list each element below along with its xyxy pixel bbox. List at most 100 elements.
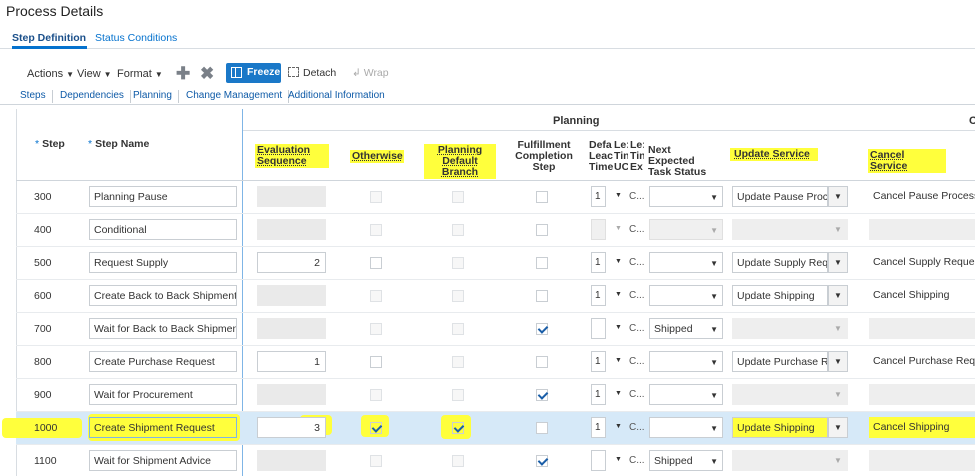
caret-down-icon[interactable]: ▼ bbox=[615, 357, 622, 364]
fulfillment-completion-checkbox[interactable] bbox=[536, 257, 548, 269]
update-service-input[interactable]: Update Shipping bbox=[732, 417, 828, 438]
subtab-dependencies[interactable]: Dependencies bbox=[54, 90, 131, 103]
next-expected-status-select[interactable]: ▼ bbox=[649, 384, 723, 405]
table-row[interactable]: 1000 Create Shipment Request 3 1 ▼ C... ▼ Updat… bbox=[2, 412, 975, 445]
fulfillment-completion-checkbox[interactable] bbox=[536, 224, 548, 236]
update-service-dropdown-button[interactable]: ▼ bbox=[828, 186, 848, 207]
x-icon[interactable]: ✖ bbox=[200, 64, 214, 84]
subtab-steps[interactable]: Steps bbox=[14, 90, 53, 103]
fulfillment-completion-checkbox[interactable] bbox=[536, 455, 548, 467]
step-name-input[interactable]: Conditional bbox=[89, 219, 237, 240]
caret-down-icon[interactable]: ▼ bbox=[615, 324, 622, 331]
default-lead-time-input[interactable]: 1 bbox=[591, 384, 606, 405]
otherwise-checkbox[interactable] bbox=[370, 422, 382, 434]
tab-step-definition[interactable]: Step Definition bbox=[12, 32, 86, 44]
caret-down-icon[interactable]: ▼ bbox=[615, 423, 622, 430]
evaluation-sequence-input[interactable]: 3 bbox=[257, 417, 326, 438]
tab-status-conditions[interactable]: Status Conditions bbox=[95, 32, 177, 44]
cancel-service-input[interactable]: Cancel Shipping bbox=[869, 417, 975, 438]
header-update-service[interactable]: Update Service bbox=[730, 148, 818, 161]
update-service-dropdown-button[interactable]: ▼ bbox=[828, 351, 848, 372]
cancel-service-input[interactable]: Cancel Pause Process bbox=[869, 186, 975, 207]
header-lead-time-uom[interactable]: Le: Tin UC bbox=[614, 140, 628, 173]
next-expected-status-select[interactable]: ▼ bbox=[649, 285, 723, 306]
view-menu[interactable]: View ▼ bbox=[77, 68, 112, 80]
header-fulfillment-completion-step[interactable]: Fulfillment Completion Step bbox=[515, 140, 573, 173]
fulfillment-completion-checkbox[interactable] bbox=[536, 389, 548, 401]
fulfillment-completion-checkbox[interactable] bbox=[536, 290, 548, 302]
update-service-input[interactable]: Update Purchase Request bbox=[732, 351, 828, 372]
update-service-dropdown-button[interactable]: ▼ bbox=[828, 252, 848, 273]
default-lead-time-input[interactable]: 1 bbox=[591, 417, 606, 438]
cancel-service-input[interactable]: Cancel Purchase Request bbox=[869, 351, 975, 372]
table-row[interactable]: 800 Create Purchase Request 1 1 ▼ C... ▼ Update… bbox=[16, 346, 975, 379]
caret-down-icon[interactable]: ▼ bbox=[615, 390, 622, 397]
update-service-input[interactable]: Update Supply Request bbox=[732, 252, 828, 273]
caret-down-icon[interactable]: ▼ bbox=[615, 225, 622, 232]
next-expected-status-select[interactable]: ▼ bbox=[649, 351, 723, 372]
header-planning-default-branch[interactable]: Planning Default Branch bbox=[424, 144, 496, 179]
default-lead-time-input[interactable]: 1 bbox=[591, 186, 606, 207]
next-expected-status-select[interactable]: ▼ bbox=[649, 417, 723, 438]
header-otherwise[interactable]: Otherwise bbox=[350, 150, 404, 163]
update-service-dropdown-button[interactable]: ▼ bbox=[828, 417, 848, 438]
next-expected-status-select[interactable]: Shipped ▼ bbox=[649, 450, 723, 471]
planning-default-branch-checkbox[interactable] bbox=[452, 422, 464, 434]
default-lead-time-input[interactable] bbox=[591, 450, 606, 471]
detach-button[interactable]: Detach bbox=[288, 67, 336, 79]
default-lead-time-input[interactable]: 1 bbox=[591, 285, 606, 306]
table-row[interactable]: 400 Conditional ▼ C... ▼ ▼ bbox=[16, 214, 975, 247]
default-lead-time-input[interactable] bbox=[591, 318, 606, 339]
header-step[interactable]: * Step bbox=[35, 139, 65, 150]
header-lead-time-expression[interactable]: Le: Tin Ex bbox=[630, 140, 644, 173]
table-row[interactable]: 1100 Wait for Shipment Advice ▼ C... Shipped… bbox=[16, 445, 975, 476]
default-lead-time-input[interactable]: 1 bbox=[591, 252, 606, 273]
subtab-additional-information[interactable]: Additional Information bbox=[282, 90, 391, 103]
step-name-input[interactable]: Wait for Procurement bbox=[89, 384, 237, 405]
plus-icon[interactable]: ✚ bbox=[176, 64, 190, 84]
wrap-button[interactable]: ↲ Wrap bbox=[352, 67, 389, 79]
table-row[interactable]: 300 Planning Pause 1 ▼ C... ▼ Update Pause Pro… bbox=[16, 181, 975, 214]
default-lead-time-input[interactable]: 1 bbox=[591, 351, 606, 372]
update-service-input[interactable]: Update Shipping bbox=[732, 285, 828, 306]
evaluation-sequence-input[interactable]: 2 bbox=[257, 252, 326, 273]
step-name-input[interactable]: Create Purchase Request bbox=[89, 351, 237, 372]
caret-down-icon[interactable]: ▼ bbox=[615, 258, 622, 265]
evaluation-sequence-input[interactable]: 1 bbox=[257, 351, 326, 372]
table-row[interactable]: 600 Create Back to Back Shipment Request 1… bbox=[16, 280, 975, 313]
subtab-planning[interactable]: Planning bbox=[127, 90, 179, 103]
actions-menu[interactable]: Actions ▼ bbox=[27, 68, 74, 80]
otherwise-checkbox[interactable] bbox=[370, 257, 382, 269]
cancel-service-input[interactable]: Cancel Supply Request bbox=[869, 252, 975, 273]
header-evaluation-sequence[interactable]: Evaluation Sequence bbox=[255, 144, 329, 168]
update-service-input[interactable]: Update Pause Process bbox=[732, 186, 828, 207]
header-default-lead-time[interactable]: Defa Leac Time bbox=[589, 140, 613, 173]
header-next-expected-task-status[interactable]: Next Expected Task Status bbox=[648, 145, 720, 178]
format-menu[interactable]: Format ▼ bbox=[117, 68, 163, 80]
step-name-input[interactable]: Planning Pause bbox=[89, 186, 237, 207]
header-step-name[interactable]: * Step Name bbox=[88, 139, 149, 150]
table-row[interactable]: 900 Wait for Procurement 1 ▼ C... ▼ ▼ bbox=[16, 379, 975, 412]
step-name-input[interactable]: Request Supply bbox=[89, 252, 237, 273]
next-expected-status-select[interactable]: ▼ bbox=[649, 186, 723, 207]
table-row[interactable]: 700 Wait for Back to Back Shipment Advice… bbox=[16, 313, 975, 346]
next-expected-status-select[interactable]: Shipped ▼ bbox=[649, 318, 723, 339]
fulfillment-completion-checkbox[interactable] bbox=[536, 356, 548, 368]
step-name-input[interactable]: Wait for Back to Back Shipment Advice bbox=[89, 318, 237, 339]
fulfillment-completion-checkbox[interactable] bbox=[536, 323, 548, 335]
next-expected-status-select[interactable]: ▼ bbox=[649, 252, 723, 273]
freeze-button[interactable]: Freeze bbox=[226, 63, 281, 83]
header-cancel-service[interactable]: Cancel Service bbox=[868, 149, 946, 173]
otherwise-checkbox[interactable] bbox=[370, 356, 382, 368]
step-name-input[interactable]: Create Back to Back Shipment Request bbox=[89, 285, 237, 306]
caret-down-icon[interactable]: ▼ bbox=[615, 192, 622, 199]
caret-down-icon[interactable]: ▼ bbox=[615, 456, 622, 463]
fulfillment-completion-checkbox[interactable] bbox=[536, 422, 548, 434]
cancel-service-input[interactable]: Cancel Shipping bbox=[869, 285, 975, 306]
step-name-input[interactable]: Wait for Shipment Advice bbox=[89, 450, 237, 471]
update-service-dropdown-button[interactable]: ▼ bbox=[828, 285, 848, 306]
step-name-input[interactable]: Create Shipment Request bbox=[89, 417, 237, 438]
caret-down-icon[interactable]: ▼ bbox=[615, 291, 622, 298]
fulfillment-completion-checkbox[interactable] bbox=[536, 191, 548, 203]
subtab-change-management[interactable]: Change Management bbox=[180, 90, 290, 103]
